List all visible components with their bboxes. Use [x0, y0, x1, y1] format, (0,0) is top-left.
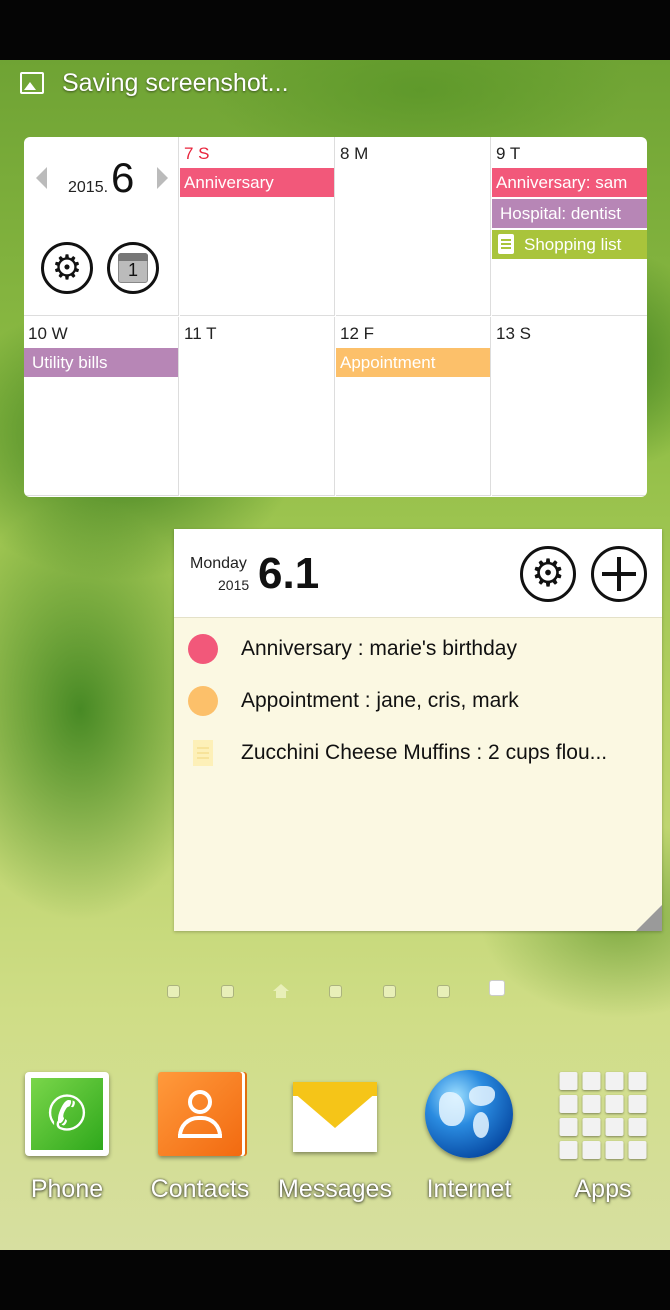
day-cell[interactable]: 12 F Appointment	[336, 317, 491, 496]
image-icon	[20, 72, 44, 94]
day-label: 9 T	[496, 144, 521, 163]
day-cell[interactable]: 10 W Utility bills	[24, 317, 179, 496]
agenda-date: 6.1	[258, 549, 320, 598]
agenda-weekday: Monday	[190, 555, 247, 572]
plus-icon	[602, 557, 636, 591]
page-fold-corner	[636, 879, 662, 931]
page-dot[interactable]	[221, 985, 234, 998]
contacts-icon	[158, 1072, 242, 1156]
dock-label: Phone	[30, 1175, 104, 1203]
day-label: 12 F	[340, 324, 375, 343]
day-cell[interactable]: 7 S Anniversary	[180, 137, 335, 316]
gear-icon: ⚙	[530, 553, 566, 595]
day-label: 10 W	[28, 324, 68, 343]
dock-apps[interactable]: Apps	[538, 1072, 668, 1222]
day-label: 7 S	[184, 144, 210, 163]
agenda-item[interactable]: Zucchini Cheese Muffins : 2 cups flou...	[188, 733, 648, 773]
calendar-event[interactable]: Anniversary	[180, 168, 334, 197]
add-event-button[interactable]	[591, 546, 647, 602]
agenda-item-text: Appointment : jane, cris, mark	[241, 689, 519, 712]
memo-icon	[498, 233, 514, 254]
calendar-widget: 2015. 6 ⚙ 1 7 S Anniversary 8 M 9 T Anni…	[24, 137, 647, 497]
apps-grid-icon	[559, 1072, 647, 1159]
calendar-event[interactable]: Shopping list	[492, 230, 647, 259]
agenda-header: Monday 2015 6.1 ⚙	[174, 529, 662, 618]
day-cell[interactable]: 9 T Anniversary: sam Hospital: dentist S…	[492, 137, 647, 316]
globe-icon	[425, 1070, 513, 1158]
page-indicator	[0, 980, 670, 1002]
calendar-event[interactable]: Appointment	[336, 348, 490, 377]
agenda-item[interactable]: Anniversary : marie's birthday	[188, 629, 648, 669]
month-nav-cell	[24, 137, 179, 316]
calendar-event[interactable]: Hospital: dentist	[492, 199, 647, 228]
top-black-bar	[0, 0, 670, 60]
home-screen: Saving screenshot... 2015. 6 ⚙ 1 7 S Ann…	[0, 60, 670, 1250]
dock-label: Messages	[278, 1175, 392, 1203]
agenda-item-text: Zucchini Cheese Muffins : 2 cups flou...	[241, 741, 608, 764]
memo-icon	[193, 740, 213, 766]
day-label: 11 T	[184, 324, 217, 343]
bottom-black-bar	[0, 1250, 670, 1310]
dock-contacts[interactable]: Contacts	[135, 1072, 265, 1222]
agenda-item-text: Anniversary : marie's birthday	[241, 637, 517, 660]
notification-bar[interactable]: Saving screenshot...	[20, 68, 289, 98]
day-label: 13 S	[496, 324, 531, 343]
page-dot-active[interactable]	[489, 980, 505, 996]
notification-text: Saving screenshot...	[62, 68, 289, 97]
page-dot[interactable]	[329, 985, 342, 998]
agenda-widget: Monday 2015 6.1 ⚙ Anniversary : marie's …	[174, 529, 662, 931]
page-dot[interactable]	[437, 985, 450, 998]
calendar-event-title: Hospital: dentist	[500, 204, 621, 223]
agenda-item[interactable]: Appointment : jane, cris, mark	[188, 681, 648, 721]
calendar-event[interactable]: Utility bills	[24, 348, 178, 377]
dock-label: Apps	[574, 1175, 632, 1203]
day-label: 8 M	[340, 144, 369, 163]
day-cell[interactable]: 11 T	[180, 317, 335, 496]
agenda-settings-button[interactable]: ⚙	[520, 546, 576, 602]
home-page-icon[interactable]	[273, 984, 289, 998]
messages-icon	[293, 1072, 377, 1156]
dock-label: Contacts	[150, 1175, 250, 1203]
event-color-dot	[188, 686, 218, 716]
dock-phone[interactable]: ✆ Phone	[2, 1072, 132, 1222]
page-dot[interactable]	[383, 985, 396, 998]
phone-icon: ✆	[25, 1072, 109, 1156]
event-color-dot	[188, 634, 218, 664]
agenda-year: 2015	[218, 577, 250, 593]
dock-label: Internet	[426, 1175, 512, 1203]
day-cell[interactable]: 8 M	[336, 137, 491, 316]
day-cell[interactable]: 13 S	[492, 317, 647, 496]
dock-messages[interactable]: Messages	[270, 1072, 400, 1222]
page-dot[interactable]	[167, 985, 180, 998]
calendar-event-title: Shopping list	[524, 235, 622, 254]
dock-internet[interactable]: Internet	[404, 1070, 534, 1222]
calendar-event[interactable]: Anniversary: sam	[492, 168, 647, 197]
